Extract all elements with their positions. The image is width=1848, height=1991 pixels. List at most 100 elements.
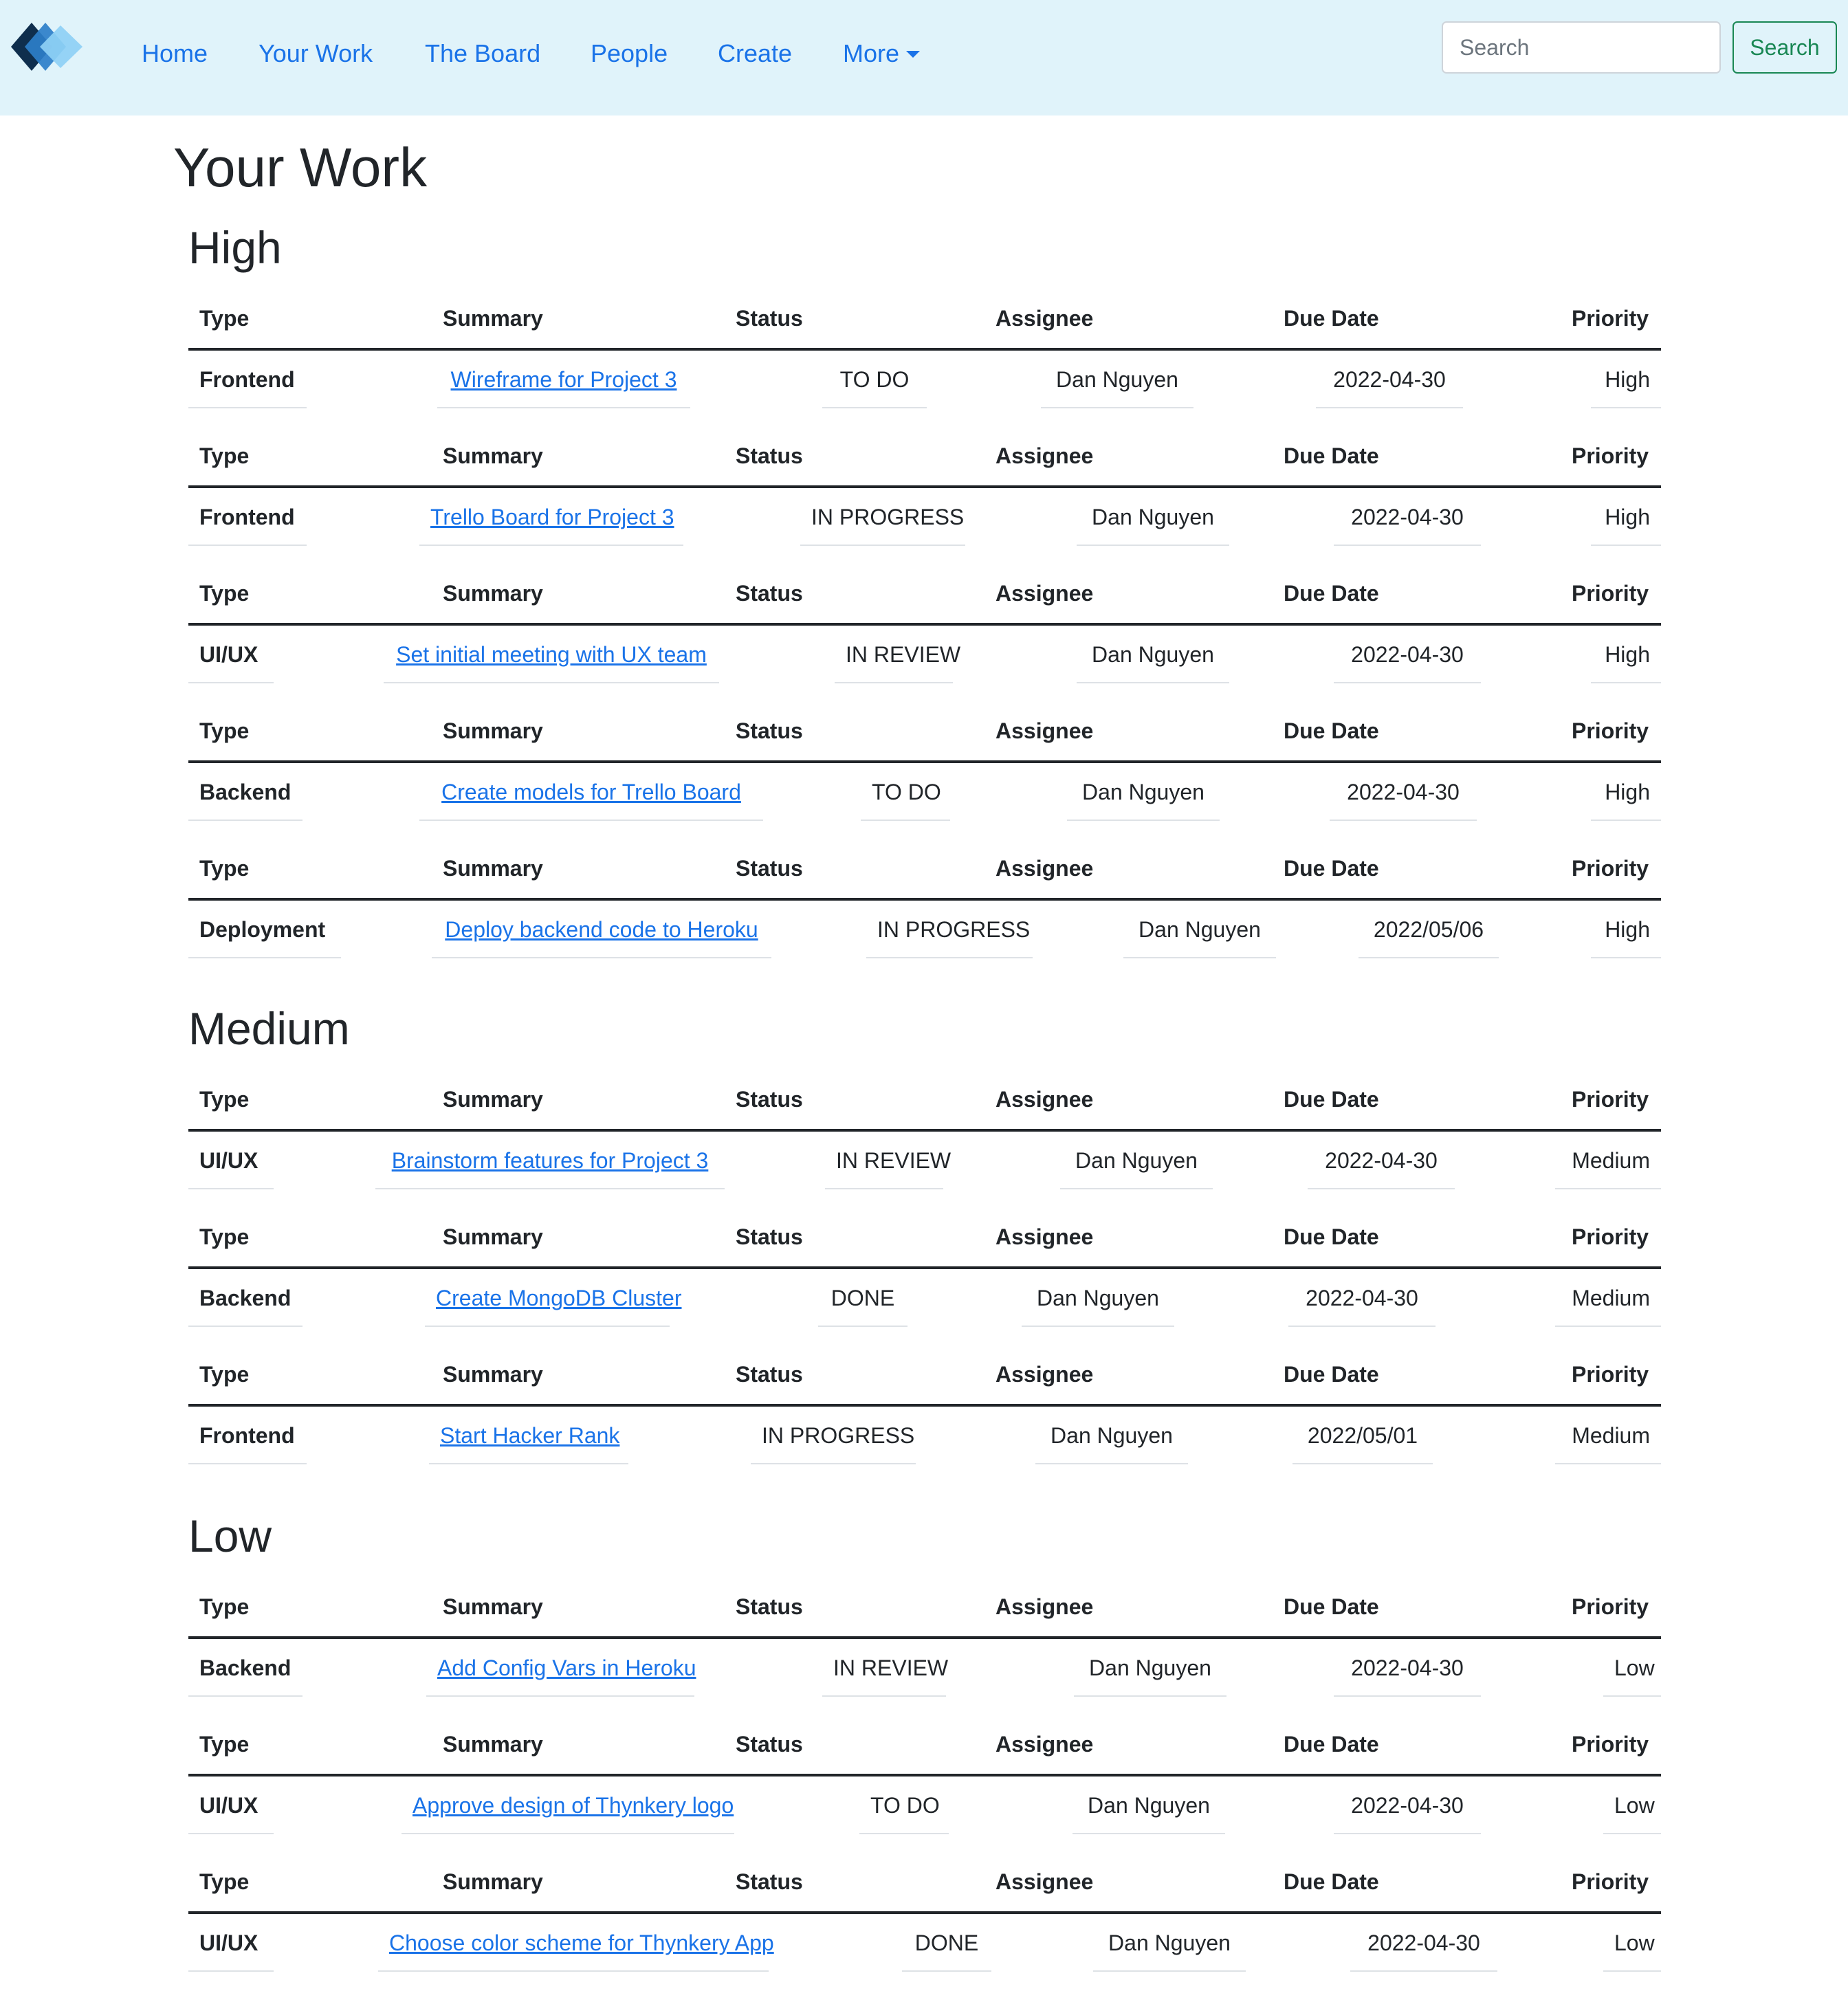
task-assignee-cell: Dan Nguyen xyxy=(1123,901,1276,958)
task-assignee-cell: Dan Nguyen xyxy=(1035,1407,1188,1464)
task-status-cell: IN PROGRESS xyxy=(751,1407,916,1464)
task-table: Type Summary Status Assignee Due Date Priorit… xyxy=(188,1852,1661,1990)
column-header-type: Type xyxy=(199,1362,250,1387)
task-status-cell: IN REVIEW xyxy=(822,1639,948,1697)
column-header-assignee: Assignee xyxy=(996,1869,1094,1894)
task-priority-cell: High xyxy=(1591,488,1661,546)
task-due-cell: 2022-04-30 xyxy=(1334,488,1481,546)
column-header-summary: Summary xyxy=(443,1732,543,1757)
column-header-type: Type xyxy=(199,1224,250,1249)
column-header-status: Status xyxy=(736,1869,803,1894)
task-table: Type Summary Status Assignee Due Date Priorit… xyxy=(188,289,1661,426)
column-header-assignee: Assignee xyxy=(996,443,1094,468)
column-header-type: Type xyxy=(199,1594,250,1619)
column-header-assignee: Assignee xyxy=(996,1224,1094,1249)
column-header-summary: Summary xyxy=(443,443,543,468)
nav-link-people[interactable]: People xyxy=(591,38,668,69)
column-header-priority: Priority xyxy=(1572,718,1649,743)
column-header-assignee: Assignee xyxy=(996,1732,1094,1757)
column-header-summary: Summary xyxy=(443,1087,543,1112)
task-status-cell: IN REVIEW xyxy=(825,1132,951,1189)
column-header-due: Due Date xyxy=(1284,306,1379,331)
section-heading-medium: Medium xyxy=(188,1003,350,1054)
column-header-status: Status xyxy=(736,1087,803,1112)
task-summary-cell: Trello Board for Project 3 xyxy=(419,488,683,546)
task-summary-link[interactable]: Create MongoDB Cluster xyxy=(436,1286,681,1310)
column-header-summary: Summary xyxy=(443,306,543,331)
column-header-priority: Priority xyxy=(1572,306,1649,331)
caret-down-icon xyxy=(906,51,921,58)
task-summary-link[interactable]: Brainstorm features for Project 3 xyxy=(392,1148,709,1173)
column-header-type: Type xyxy=(199,443,250,468)
task-status-cell: TO DO xyxy=(822,351,927,408)
task-summary-link[interactable]: Start Hacker Rank xyxy=(440,1423,619,1448)
column-header-summary: Summary xyxy=(443,581,543,606)
task-summary-link[interactable]: Deploy backend code to Heroku xyxy=(445,917,758,942)
task-assignee-cell: Dan Nguyen xyxy=(1072,1776,1225,1834)
column-header-priority: Priority xyxy=(1572,1594,1649,1619)
task-table: Type Summary Status Assignee Due Date Priorit… xyxy=(188,1207,1661,1345)
task-type-cell: UI/UX xyxy=(188,1132,274,1189)
task-summary-link[interactable]: Wireframe for Project 3 xyxy=(451,367,677,392)
task-summary-link[interactable]: Set initial meeting with UX team xyxy=(396,642,707,667)
column-header-summary: Summary xyxy=(443,1224,543,1249)
task-assignee-cell: Dan Nguyen xyxy=(1077,488,1229,546)
task-status-cell: DONE xyxy=(902,1914,991,1972)
search-input[interactable] xyxy=(1442,21,1721,74)
column-header-assignee: Assignee xyxy=(996,581,1094,606)
task-summary-cell: Choose color scheme for Thynkery App xyxy=(378,1914,774,1972)
column-header-type: Type xyxy=(199,581,250,606)
nav-link-your-work[interactable]: Your Work xyxy=(258,38,373,69)
column-header-type: Type xyxy=(199,1087,250,1112)
task-due-cell: 2022-04-30 xyxy=(1334,1639,1481,1697)
column-header-due: Due Date xyxy=(1284,718,1379,743)
task-due-cell: 2022-04-30 xyxy=(1334,626,1481,683)
column-header-assignee: Assignee xyxy=(996,1594,1094,1619)
column-header-priority: Priority xyxy=(1572,1087,1649,1112)
task-summary-cell: Set initial meeting with UX team xyxy=(384,626,719,683)
task-due-cell: 2022/05/06 xyxy=(1358,901,1499,958)
task-summary-cell: Wireframe for Project 3 xyxy=(437,351,690,408)
nav-link-create[interactable]: Create xyxy=(718,38,792,69)
task-type-cell: Frontend xyxy=(188,488,307,546)
task-priority-cell: Low xyxy=(1603,1914,1661,1972)
nav-link-home[interactable]: Home xyxy=(142,38,208,69)
nav-dropdown-more[interactable]: More xyxy=(843,38,921,69)
column-header-assignee: Assignee xyxy=(996,856,1094,881)
column-header-due: Due Date xyxy=(1284,443,1379,468)
section-heading-high: High xyxy=(188,222,282,273)
nav-more-label: More xyxy=(843,39,900,67)
task-table: Type Summary Status Assignee Due Date Priorit… xyxy=(188,1715,1661,1852)
task-table: Type Summary Status Assignee Due Date Priorit… xyxy=(188,1577,1661,1715)
task-summary-cell: Deploy backend code to Heroku xyxy=(432,901,771,958)
column-header-status: Status xyxy=(736,718,803,743)
task-assignee-cell: Dan Nguyen xyxy=(1060,1132,1213,1189)
column-header-due: Due Date xyxy=(1284,1087,1379,1112)
column-header-due: Due Date xyxy=(1284,856,1379,881)
column-header-type: Type xyxy=(199,1732,250,1757)
task-priority-cell: Medium xyxy=(1555,1269,1661,1327)
task-status-cell: TO DO xyxy=(859,1776,949,1834)
task-summary-link[interactable]: Trello Board for Project 3 xyxy=(430,505,674,529)
app-logo-icon[interactable] xyxy=(11,23,82,71)
column-header-priority: Priority xyxy=(1572,1224,1649,1249)
search-button[interactable]: Search xyxy=(1732,21,1837,74)
column-header-priority: Priority xyxy=(1572,1362,1649,1387)
nav-link-the-board[interactable]: The Board xyxy=(425,38,540,69)
task-assignee-cell: Dan Nguyen xyxy=(1041,351,1194,408)
task-type-cell: UI/UX xyxy=(188,1914,274,1972)
column-header-priority: Priority xyxy=(1572,443,1649,468)
column-header-priority: Priority xyxy=(1572,581,1649,606)
task-summary-link[interactable]: Add Config Vars in Heroku xyxy=(437,1656,696,1680)
task-table: Type Summary Status Assignee Due Date Priorit… xyxy=(188,426,1661,564)
column-header-assignee: Assignee xyxy=(996,306,1094,331)
task-summary-link[interactable]: Choose color scheme for Thynkery App xyxy=(389,1930,774,1955)
column-header-priority: Priority xyxy=(1572,856,1649,881)
task-summary-link[interactable]: Approve design of Thynkery logo xyxy=(412,1793,734,1818)
task-summary-link[interactable]: Create models for Trello Board xyxy=(441,780,741,804)
task-table: Type Summary Status Assignee Due Date Priorit… xyxy=(188,1345,1661,1482)
task-priority-cell: Low xyxy=(1603,1639,1661,1697)
column-header-due: Due Date xyxy=(1284,1869,1379,1894)
task-due-cell: 2022-04-30 xyxy=(1330,763,1477,821)
task-status-cell: IN PROGRESS xyxy=(866,901,1033,958)
